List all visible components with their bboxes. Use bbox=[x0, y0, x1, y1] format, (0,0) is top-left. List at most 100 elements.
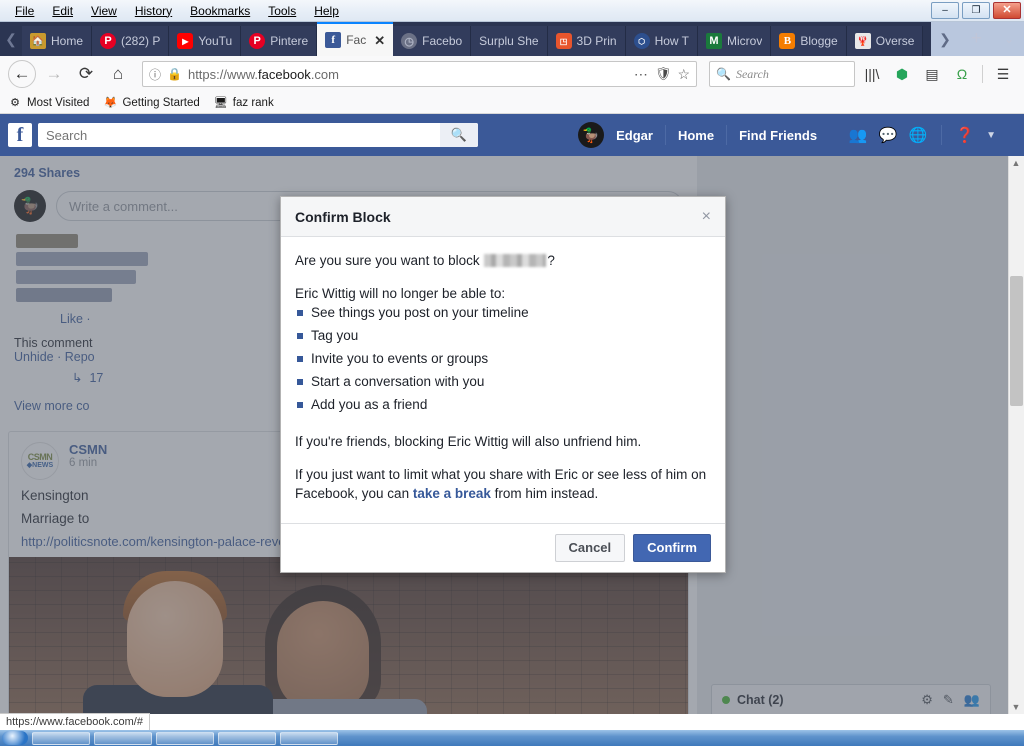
home-button[interactable]: ⌂ bbox=[104, 60, 132, 88]
tab-pinterest[interactable]: P Pintere bbox=[241, 26, 318, 56]
plus-icon: + bbox=[970, 28, 982, 49]
chevron-right-icon: ❯ bbox=[939, 30, 951, 47]
back-button[interactable]: ← bbox=[8, 60, 36, 88]
menu-help[interactable]: Help bbox=[305, 2, 348, 20]
nav-find-friends[interactable]: Find Friends bbox=[727, 128, 829, 143]
facebook-icon: f bbox=[325, 32, 342, 48]
overseas-icon: 🦞 bbox=[854, 33, 871, 49]
menu-edit-label: Edit bbox=[52, 3, 74, 18]
taskbar-item[interactable] bbox=[218, 731, 276, 745]
home-icon: 🏠 bbox=[30, 33, 46, 49]
sidebar-icon[interactable]: ▤ bbox=[919, 61, 945, 87]
taskbar-item[interactable] bbox=[32, 731, 90, 745]
scrollbar-thumb[interactable] bbox=[1010, 276, 1023, 406]
bookmark-star-icon[interactable]: ☆ bbox=[677, 66, 690, 83]
menu-bar: File Edit View History Bookmarks Tools H… bbox=[0, 2, 348, 20]
browser-search-bar[interactable]: 🔍 Search bbox=[709, 61, 855, 87]
restore-button[interactable]: ❐ bbox=[962, 2, 990, 19]
screenshot-icon[interactable]: Ω bbox=[949, 61, 975, 87]
arrow-right-icon: → bbox=[45, 64, 63, 83]
page-actions-icon[interactable]: ⋯ bbox=[634, 66, 649, 83]
clock-icon: ◷ bbox=[401, 33, 418, 49]
account-menu-caret-icon[interactable]: ▼ bbox=[980, 130, 1002, 141]
tab-youtube[interactable]: ▶ YouTu bbox=[169, 26, 242, 56]
3dprint-icon: ◳ bbox=[555, 33, 572, 49]
page-scrollbar[interactable]: ▲ ▼ bbox=[1008, 156, 1024, 714]
minimize-button[interactable]: – bbox=[931, 2, 959, 19]
identity-icon[interactable]: ⓘ bbox=[149, 66, 161, 83]
library-icon[interactable]: |||\ bbox=[859, 61, 885, 87]
tab-scroll-left-button[interactable]: ❮ bbox=[0, 22, 22, 56]
bookmark-most-visited[interactable]: ⚙ Most Visited bbox=[8, 96, 89, 110]
cancel-button[interactable]: Cancel bbox=[554, 534, 626, 562]
notifications-icon[interactable]: 🌐 bbox=[903, 122, 933, 148]
tab-3d-printing[interactable]: ◳ 3D Prin bbox=[547, 26, 626, 56]
scroll-up-icon[interactable]: ▲ bbox=[1010, 158, 1022, 168]
menu-view-label: View bbox=[91, 3, 117, 18]
tab-surplus-shed[interactable]: Surplu She bbox=[471, 26, 548, 56]
menu-edit[interactable]: Edit bbox=[43, 2, 82, 20]
messages-icon[interactable]: 💬 bbox=[873, 122, 903, 148]
taskbar-item[interactable] bbox=[280, 731, 338, 745]
tab-label: (282) P bbox=[121, 34, 161, 48]
friend-requests-icon[interactable]: 👥 bbox=[843, 122, 873, 148]
take-a-break-note-after: from him instead. bbox=[494, 486, 599, 501]
tab-overseas[interactable]: 🦞 Overse bbox=[846, 26, 924, 56]
facebook-nav: 🦆 Edgar Home Find Friends 👥 💬 🌐 ❓ ▼ bbox=[578, 122, 1016, 148]
menu-bookmarks[interactable]: Bookmarks bbox=[181, 2, 259, 20]
list-item: Tag you bbox=[295, 326, 711, 349]
tab-pinterest-282[interactable]: P (282) P bbox=[92, 26, 170, 56]
taskbar-item[interactable] bbox=[94, 731, 152, 745]
facebook-search[interactable]: 🔍 bbox=[38, 123, 478, 147]
forward-button[interactable]: → bbox=[40, 60, 68, 88]
menu-tools[interactable]: Tools bbox=[259, 2, 305, 20]
menu-help-label: Help bbox=[314, 3, 339, 18]
status-bar: https://www.facebook.com/# bbox=[0, 713, 150, 730]
window-controls: – ❐ ✕ bbox=[931, 2, 1021, 19]
help-icon[interactable]: ❓ bbox=[950, 122, 980, 148]
search-input[interactable] bbox=[38, 123, 440, 147]
close-button[interactable]: ✕ bbox=[993, 2, 1021, 19]
scroll-down-icon[interactable]: ▼ bbox=[1010, 702, 1022, 712]
tab-scroll-right-button[interactable]: ❯ bbox=[931, 22, 959, 56]
close-icon[interactable]: × bbox=[702, 208, 711, 225]
dialog-header: Confirm Block × bbox=[281, 197, 725, 237]
menu-icon[interactable]: ☰ bbox=[990, 61, 1016, 87]
start-button[interactable] bbox=[2, 731, 28, 745]
pocket-icon[interactable]: 🛡 bbox=[655, 66, 672, 82]
shield-icon[interactable]: ⬢ bbox=[889, 61, 915, 87]
close-icon: ✕ bbox=[1002, 4, 1012, 16]
taskbar-item[interactable] bbox=[156, 731, 214, 745]
bookmark-getting-started[interactable]: 🦊 Getting Started bbox=[103, 96, 200, 110]
confirm-button[interactable]: Confirm bbox=[633, 534, 711, 562]
menu-file[interactable]: File bbox=[6, 2, 43, 20]
tab-blogger[interactable]: B Blogge bbox=[771, 26, 847, 56]
tab-home[interactable]: 🏠 Home bbox=[22, 26, 93, 56]
search-icon[interactable]: 🔍 bbox=[440, 123, 478, 147]
tab-facebook-active[interactable]: f Fac ✕ bbox=[317, 22, 394, 56]
facebook-header: f 🔍 🦆 Edgar Home Find Friends 👥 💬 🌐 ❓ ▼ bbox=[0, 114, 1024, 156]
menu-tools-label: Tools bbox=[268, 3, 297, 18]
tab-facebook-2[interactable]: ◷ Facebo bbox=[393, 26, 472, 56]
tab-microsoft[interactable]: M Microv bbox=[698, 26, 772, 56]
nav-home[interactable]: Home bbox=[666, 128, 726, 143]
firefox-icon: 🦊 bbox=[103, 97, 118, 109]
facebook-logo-icon[interactable]: f bbox=[8, 123, 32, 147]
take-a-break-link[interactable]: take a break bbox=[413, 486, 491, 501]
menu-history[interactable]: History bbox=[126, 2, 181, 20]
tab-list-button[interactable]: ⌄ bbox=[994, 22, 1024, 56]
tab-howto[interactable]: ⬡ How T bbox=[625, 26, 699, 56]
new-tab-button[interactable]: + bbox=[959, 22, 994, 56]
menu-history-label: History bbox=[134, 3, 173, 18]
avatar[interactable]: 🦆 bbox=[578, 122, 605, 148]
tab-close-icon[interactable]: ✕ bbox=[374, 34, 385, 47]
menu-view[interactable]: View bbox=[82, 2, 126, 20]
pinterest-icon: P bbox=[249, 33, 266, 49]
reload-button[interactable]: ⟳ bbox=[72, 60, 100, 88]
url-bar[interactable]: ⓘ 🔒 https://www.facebook.com ⋯ 🛡 ☆ bbox=[142, 61, 697, 87]
nav-profile[interactable]: Edgar bbox=[604, 128, 665, 143]
bookmark-faz-rank[interactable]: 🖥 faz rank bbox=[214, 96, 274, 110]
confirm-block-dialog: Confirm Block × Are you sure you want to… bbox=[280, 196, 726, 573]
tab-label: 3D Prin bbox=[576, 34, 617, 48]
block-question-prefix: Are you sure you want to block bbox=[295, 253, 480, 268]
